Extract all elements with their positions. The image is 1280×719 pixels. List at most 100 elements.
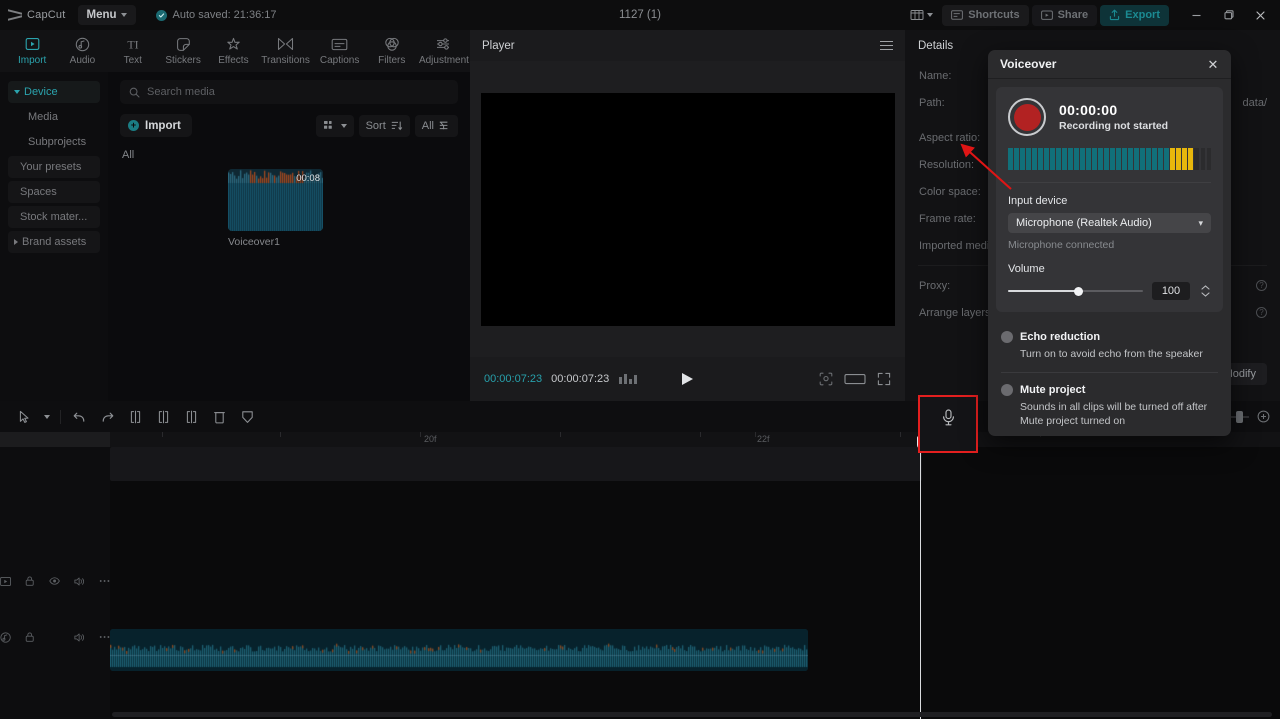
sidebar-item-device[interactable]: Device [8,81,100,103]
record-status-text: Recording not started [1059,120,1169,132]
split-button[interactable] [121,405,149,429]
voiceover-dialog-title: Voiceover [1000,57,1057,71]
filter-button[interactable]: All [414,114,458,137]
zoom-in-icon[interactable] [1257,410,1270,423]
echo-reduction-title: Echo reduction [1020,331,1101,343]
import-button[interactable]: + Import [120,114,192,137]
maximize-button[interactable] [1212,0,1244,30]
minimize-button[interactable] [1180,0,1212,30]
undo-button[interactable] [65,405,93,429]
arrange-layers-help-icon[interactable]: ? [1256,307,1280,318]
details-row-imported-media-label: Imported media [919,239,996,252]
speaker-icon[interactable] [74,632,85,643]
sidebar-item-subprojects[interactable]: Subprojects [8,131,100,153]
marker-button[interactable] [233,405,261,429]
redo-button[interactable] [93,405,121,429]
trim-start-button[interactable] [149,405,177,429]
menu-button[interactable]: Menu [77,5,136,25]
track-header-top [0,432,110,447]
record-button[interactable] [1008,98,1046,136]
tab-effects[interactable]: Effects [209,30,257,72]
tab-transitions[interactable]: Transitions [260,30,312,72]
window-controls [1180,0,1276,30]
fullscreen-icon[interactable] [877,372,891,386]
import-button-label: Import [145,119,181,132]
tab-import[interactable]: Import [8,30,56,72]
layout-button[interactable] [904,6,939,24]
chevron-down-icon [340,123,347,128]
aspect-ratio-icon[interactable] [844,372,866,386]
mute-project-toggle[interactable] [1001,384,1013,397]
track-header-audio [0,626,110,648]
sidebar-item-stock-materials[interactable]: Stock mater... [8,206,100,228]
play-button[interactable] [682,373,693,385]
player-total-time: 00:00:07:23 [551,373,610,385]
tab-stickers[interactable]: Stickers [159,30,207,72]
timeline-clip-video[interactable] [110,447,922,481]
shortcuts-button[interactable]: Shortcuts [942,4,1029,26]
sidebar-item-media[interactable]: Media [8,106,100,128]
timeline-canvas[interactable] [110,447,1280,719]
volume-slider-knob[interactable] [1074,286,1084,296]
tab-audio[interactable]: Audio [58,30,106,72]
speaker-icon[interactable] [74,576,85,587]
eye-icon[interactable] [48,576,60,586]
player-menu-icon[interactable] [880,40,893,51]
select-tool-button[interactable] [10,405,38,429]
meter-bar [1026,148,1031,170]
voiceover-divider [1008,182,1211,183]
lock-icon[interactable] [25,631,34,643]
video-preview[interactable] [480,92,895,326]
search-input[interactable]: Search media [147,86,215,98]
trim-end-button[interactable] [177,405,205,429]
volume-stepper[interactable] [1199,285,1211,297]
echo-reduction-toggle[interactable] [1001,331,1013,343]
tab-adjustment[interactable]: Adjustment [418,30,470,72]
close-icon[interactable]: ✕ [1205,56,1221,72]
sidebar-item-brand-assets[interactable]: Brand assets [8,231,100,253]
volume-value-input[interactable]: 100 [1152,282,1190,300]
volume-slider[interactable] [1008,284,1143,298]
play-icon[interactable] [0,576,11,587]
left-sidebar: Device Media Subprojects Your presets Sp… [0,72,108,401]
record-status-group: 00:00:00 Recording not started [1059,102,1168,132]
timeline-clip-audio[interactable] [110,629,808,671]
crop-icon[interactable] [819,372,833,386]
delete-button[interactable] [205,405,233,429]
layout-icon [910,10,924,20]
voiceover-record-button-highlight[interactable] [918,395,978,453]
tab-filters[interactable]: Filters [368,30,416,72]
mute-project-option: Mute project Sounds in all clips will be… [988,373,1231,428]
lock-icon[interactable] [25,575,34,587]
sidebar-item-subprojects-label: Subprojects [28,136,87,148]
media-item-thumbnail[interactable]: 00:08 [228,169,323,231]
close-button[interactable] [1244,0,1276,30]
search-media-bar[interactable]: Search media [120,80,458,104]
zoom-slider-knob[interactable] [1236,410,1243,423]
more-icon[interactable] [99,579,110,583]
timecode-format-icon[interactable] [619,374,638,384]
export-button[interactable]: Export [1100,4,1169,26]
sidebar-item-spaces[interactable]: Spaces [8,181,100,203]
timeline-horizontal-scrollbar[interactable] [112,712,1272,717]
chevron-up-icon [1200,285,1210,290]
tab-captions[interactable]: Captions [314,30,366,72]
share-button[interactable]: Share [1031,4,1098,26]
autosave-label: Auto saved: 21:36:17 [172,9,277,21]
input-device-select[interactable]: Microphone (Realtek Audio) ▾ [1008,213,1211,233]
meter-bar [1032,148,1037,170]
proxy-help-icon[interactable]: ? [1256,280,1280,291]
echo-reduction-option: Echo reduction Turn on to avoid echo fro… [988,320,1231,361]
device-status-text: Microphone connected [1008,239,1115,251]
tool-dropdown-button[interactable] [38,405,56,429]
more-icon[interactable] [99,635,110,639]
volume-slider-fill [1008,290,1079,292]
meter-bar [1194,148,1199,170]
sort-button[interactable]: Sort [358,114,410,137]
microphone-icon[interactable] [941,409,956,431]
grid-view-button[interactable] [315,114,354,137]
sidebar-item-your-presets[interactable]: Your presets [8,156,100,178]
music-note-icon[interactable] [0,631,11,644]
tab-text[interactable]: TI Text [109,30,157,72]
playhead-line[interactable] [920,447,921,719]
